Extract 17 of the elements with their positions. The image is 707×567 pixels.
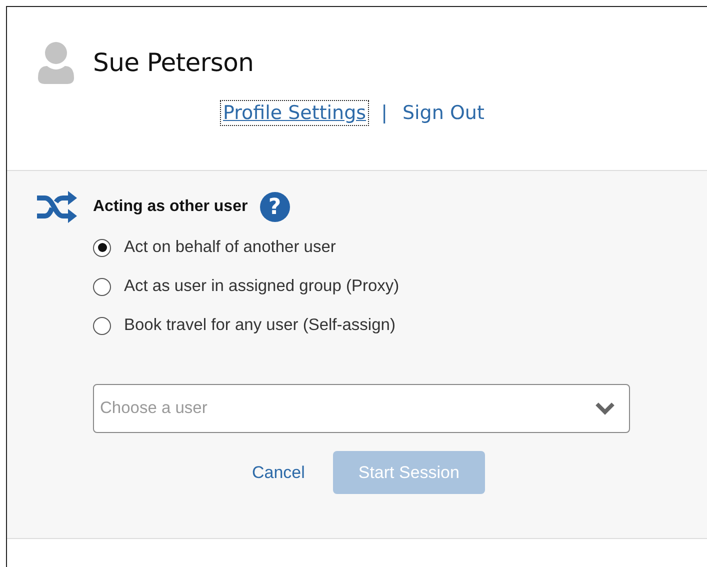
- radio-button[interactable]: [93, 238, 111, 256]
- avatar-icon: [37, 41, 75, 84]
- radio-button[interactable]: [93, 278, 111, 296]
- sign-out-link[interactable]: Sign Out: [399, 100, 488, 126]
- option-label: Book travel for any user (Self-assign): [124, 316, 396, 335]
- radio-button[interactable]: [93, 316, 111, 334]
- user-name: Sue Peterson: [93, 48, 254, 77]
- user-dropdown[interactable]: Choose a user: [93, 384, 630, 433]
- option-label: Act on behalf of another user: [124, 238, 336, 257]
- chevron-down-icon: [595, 402, 615, 415]
- link-separator: |: [381, 102, 388, 124]
- help-icon[interactable]: ?: [260, 192, 290, 222]
- option-label: Act as user in assigned group (Proxy): [124, 277, 400, 296]
- cancel-button[interactable]: Cancel: [252, 462, 305, 482]
- section-title: Acting as other user: [93, 198, 248, 216]
- shuffle-icon: [35, 191, 77, 223]
- profile-link[interactable]: Profile Settings: [220, 100, 370, 126]
